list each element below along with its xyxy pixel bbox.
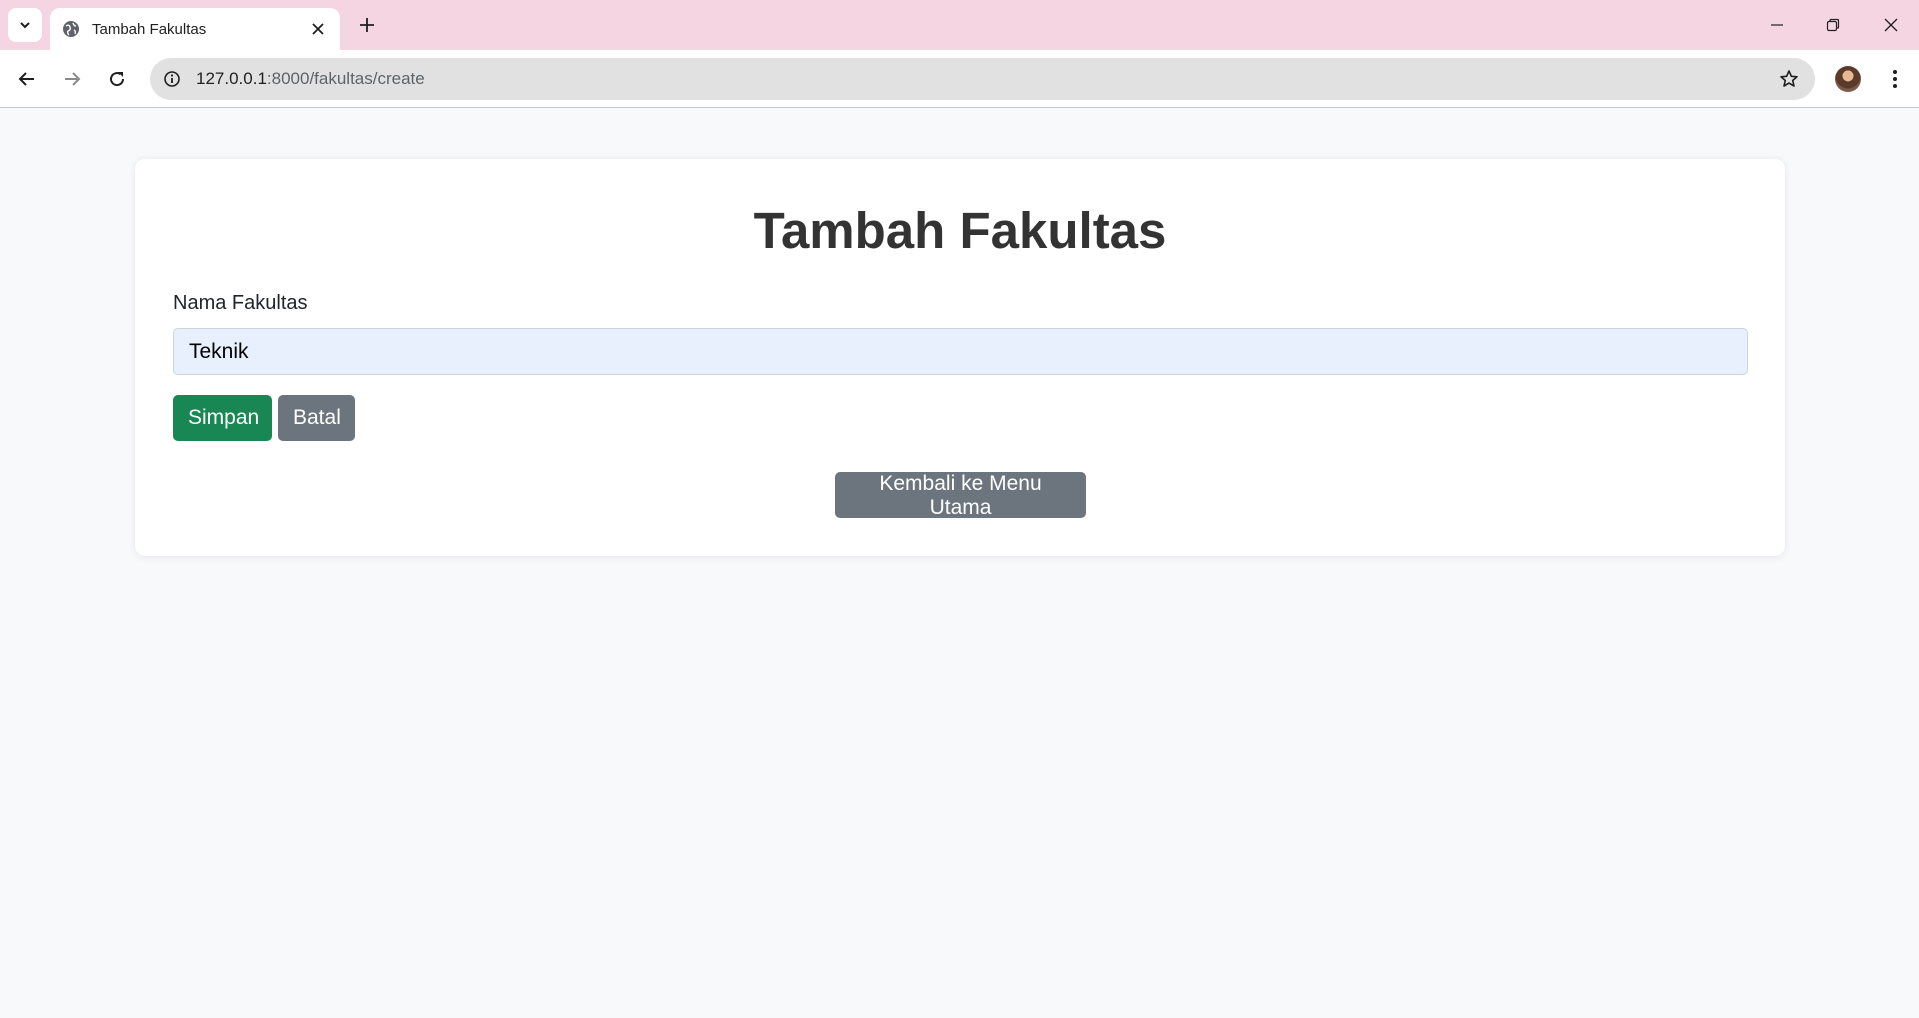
- star-icon[interactable]: [1777, 67, 1801, 91]
- url-text: 127.0.0.1:8000/fakultas/create: [196, 69, 1777, 89]
- browser-menu-button[interactable]: [1880, 61, 1910, 97]
- arrow-left-icon: [18, 72, 34, 86]
- form-card: Tambah Fakultas Nama Fakultas Simpan Bat…: [135, 159, 1785, 556]
- minimize-button[interactable]: [1748, 0, 1806, 50]
- globe-icon: [62, 20, 80, 38]
- cancel-button[interactable]: Batal: [278, 395, 355, 441]
- avatar[interactable]: [1835, 66, 1861, 92]
- close-icon: [1884, 18, 1898, 32]
- new-tab-button[interactable]: [352, 10, 382, 40]
- forward-button[interactable]: [54, 61, 90, 97]
- back-to-main-menu-button[interactable]: Kembali ke Menu Utama: [835, 472, 1086, 519]
- page-title: Tambah Fakultas: [753, 202, 1167, 259]
- address-bar[interactable]: 127.0.0.1:8000/fakultas/create: [150, 58, 1815, 100]
- reload-icon: [110, 72, 125, 87]
- url-path: :8000/fakultas/create: [266, 69, 425, 88]
- window-close-button[interactable]: [1862, 0, 1919, 50]
- save-button[interactable]: Simpan: [173, 395, 272, 441]
- close-icon[interactable]: [308, 19, 328, 39]
- back-button[interactable]: [9, 61, 45, 97]
- browser-tab[interactable]: Tambah Fakultas: [50, 8, 340, 50]
- restore-button[interactable]: [1804, 0, 1862, 50]
- reload-button[interactable]: [99, 61, 135, 97]
- plus-icon: [360, 18, 374, 32]
- tab-strip: Tambah Fakultas: [0, 0, 1919, 50]
- url-host: 127.0.0.1: [196, 69, 267, 88]
- kebab-menu-icon: [1893, 70, 1897, 88]
- arrow-right-icon: [65, 72, 81, 86]
- nama-fakultas-input[interactable]: [173, 328, 1748, 375]
- tab-title: Tambah Fakultas: [92, 20, 207, 38]
- chevron-down-icon: [20, 22, 30, 29]
- info-icon[interactable]: [162, 69, 182, 89]
- field-label: Nama Fakultas: [173, 292, 308, 314]
- browser-toolbar: 127.0.0.1:8000/fakultas/create: [0, 50, 1919, 108]
- minimize-icon: [1771, 24, 1783, 26]
- tab-search-button[interactable]: [8, 8, 42, 42]
- restore-icon: [1826, 18, 1840, 32]
